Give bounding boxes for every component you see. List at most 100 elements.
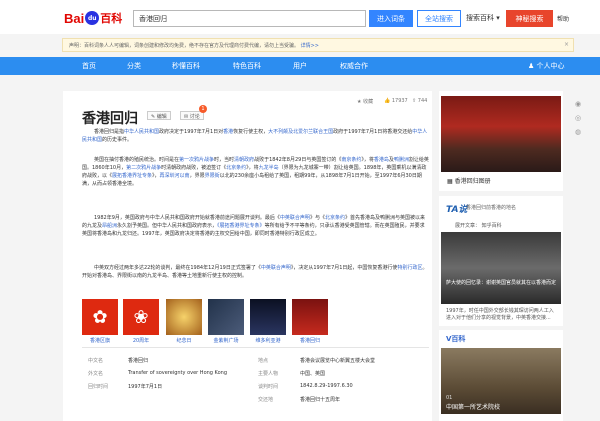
video-index: 01: [446, 395, 453, 401]
link[interactable]: 再深圳河以南: [160, 173, 190, 179]
mystery-search-button[interactable]: 神秘搜索: [506, 10, 553, 27]
album-caption[interactable]: ▦ 香港回归图册: [447, 176, 491, 185]
paw-icon: du: [85, 11, 100, 25]
share-count: 744: [417, 98, 428, 104]
bauhinia-icon: ✿: [92, 306, 108, 328]
link[interactable]: 香港岛: [374, 157, 389, 163]
share-icon: ⇪: [412, 98, 417, 104]
taishuo-author[interactable]: 展开文章： 知乎百科: [455, 222, 502, 229]
like-button[interactable]: 👍 17937: [384, 98, 408, 104]
chat-icon: ✉: [184, 114, 189, 120]
link[interactable]: 北京条约: [325, 215, 345, 221]
thumb-up-icon: 👍: [384, 98, 391, 104]
collect-label: 收藏: [363, 99, 374, 105]
link[interactable]: 中英联合声明: [261, 265, 291, 271]
link[interactable]: 《展拓香港界址专条》: [217, 223, 265, 229]
search-scope-select[interactable]: 搜索百科 ▾: [466, 13, 500, 23]
link[interactable]: 第一次鸦片战争: [179, 157, 214, 163]
link[interactable]: 昂船洲: [102, 223, 117, 229]
user-center-link[interactable]: ♟ 个人中心: [528, 61, 565, 71]
notice-text: 声明：百科词条人人可编辑，词条创建和修改均免费，绝不存在官方及代理商付费代编，请…: [69, 43, 300, 49]
link[interactable]: 中英联合声明: [280, 215, 310, 221]
divider: [82, 347, 429, 348]
paragraph-1: 香港回归是指中华人民共和国政府决定于1997年7月1日对香港恢复行使主权，大不列…: [82, 129, 428, 143]
logo-baike: 百科: [100, 12, 123, 25]
pencil-icon: ✎: [151, 114, 156, 120]
video-caption[interactable]: 中国第一所艺术院校: [446, 402, 500, 411]
nav-miaodong[interactable]: 秒懂百科: [172, 61, 200, 71]
link[interactable]: 九龙半岛: [259, 165, 279, 171]
user-center-label: 个人中心: [536, 62, 565, 70]
vbaike-logo: V百科: [446, 335, 466, 343]
wechat-share-icon[interactable]: ◎: [575, 114, 581, 122]
page-title: 香港回归: [82, 111, 138, 127]
link[interactable]: 清朝政府: [234, 157, 254, 163]
scope-label: 搜索百科: [466, 14, 494, 22]
collect-button[interactable]: ★ 收藏: [357, 98, 373, 105]
paragraph-2: 英国在抽付香港的殖民统治。时间是在第一次鸦片战争时，当时清朝政府战败于1842年…: [82, 157, 429, 187]
gallery-caption[interactable]: 纪念日: [166, 337, 202, 344]
article-photo[interactable]: [441, 232, 561, 304]
gallery-caption[interactable]: 香港回归: [292, 337, 328, 344]
taishuo-subtitle[interactable]: 香港回归前香港的地名: [466, 204, 516, 211]
weibo-share-icon[interactable]: ◉: [575, 100, 581, 108]
gallery-caption[interactable]: 金紫荆广场: [208, 337, 244, 344]
help-link[interactable]: 帮助: [557, 14, 569, 23]
hk-flag-thumbnail[interactable]: ✿: [82, 299, 118, 335]
gallery-caption[interactable]: 维多利亚港: [250, 337, 286, 344]
article-excerpt[interactable]: 1997年，时任中国外交部长钱其琛访问两人工入进入对于他们分享的视觉背景，中英香…: [446, 308, 558, 322]
info-value: 1842.8.29-1997.6.30: [300, 383, 353, 389]
notice-more-link[interactable]: 详情>>: [301, 43, 319, 49]
site-search-button[interactable]: 全站搜索: [417, 10, 461, 27]
bauhinia-icon: ❀: [133, 306, 149, 328]
nav-featured[interactable]: 特色百科: [233, 61, 261, 71]
golden-bauhinia-thumbnail[interactable]: [208, 299, 244, 335]
nav-category[interactable]: 分类: [127, 61, 141, 71]
album-icon: ▦: [447, 178, 453, 185]
victoria-harbour-thumbnail[interactable]: [250, 299, 286, 335]
discuss-label: 讨论: [189, 114, 200, 120]
like-count: 17937: [391, 98, 408, 104]
article-photo-caption: 萨大使的回忆录：谢谢英国官员就其在以香港而定: [446, 280, 557, 286]
search-input[interactable]: 香港回归: [133, 10, 366, 27]
link[interactable]: 大不列颠及北爱尔兰联合王国: [268, 129, 333, 135]
share-button[interactable]: ⇪ 744: [412, 98, 427, 104]
info-value: 中国、英国: [300, 371, 326, 377]
link[interactable]: 北京条约: [226, 165, 246, 171]
user-icon: ♟: [528, 62, 535, 70]
header: Bai du 百科 香港回归 进入词条 全站搜索 搜索百科 ▾ 神秘搜索 帮助: [0, 0, 600, 34]
qq-share-icon[interactable]: ◍: [575, 128, 581, 136]
info-label: 中文名: [88, 358, 104, 364]
info-value: 1997年7月1日: [128, 384, 163, 390]
nav-user[interactable]: 用户: [293, 61, 307, 71]
star-icon: ★: [357, 99, 362, 105]
anniversary-thumbnail[interactable]: ❀: [123, 299, 159, 335]
handover-thumbnail[interactable]: [292, 299, 328, 335]
gallery-caption[interactable]: 20周年: [123, 337, 159, 344]
link[interactable]: 特别行政区: [397, 265, 422, 271]
close-icon[interactable]: ×: [564, 41, 569, 48]
info-label: 谈判时间: [258, 384, 279, 390]
info-label: 外文名: [88, 371, 104, 377]
baidu-baike-logo[interactable]: Bai du 百科: [64, 10, 122, 26]
info-value: 香港回归十五周年: [300, 397, 341, 403]
nav-home[interactable]: 首页: [82, 61, 96, 71]
info-label: 交还地: [258, 397, 274, 403]
commemoration-thumbnail[interactable]: [166, 299, 202, 335]
edit-label: 编辑: [156, 114, 167, 120]
enter-entry-button[interactable]: 进入词条: [369, 10, 413, 27]
link[interactable]: 南京条约: [341, 157, 361, 163]
edit-button[interactable]: ✎ 编辑: [147, 111, 171, 120]
link[interactable]: 界限街: [205, 173, 220, 179]
main-nav: 首页 分类 秒懂百科 特色百科 用户 权威合作 ♟ 个人中心: [0, 57, 600, 75]
info-value: 香港会议展览中心新翼五楼大会堂: [300, 358, 376, 364]
link[interactable]: 展拓香港界址专条: [112, 173, 152, 179]
link[interactable]: 香港: [223, 129, 233, 135]
link[interactable]: 鸭脷洲: [394, 157, 409, 163]
link[interactable]: 第二次鸦片战争: [126, 165, 161, 171]
nav-cooperation[interactable]: 权威合作: [340, 61, 368, 71]
gallery-caption[interactable]: 香港区旗: [82, 337, 118, 344]
album-caption-label: 香港回归图册: [454, 178, 491, 185]
handover-ceremony-photo[interactable]: [441, 96, 561, 172]
link[interactable]: 中华人民共和国: [124, 129, 159, 135]
